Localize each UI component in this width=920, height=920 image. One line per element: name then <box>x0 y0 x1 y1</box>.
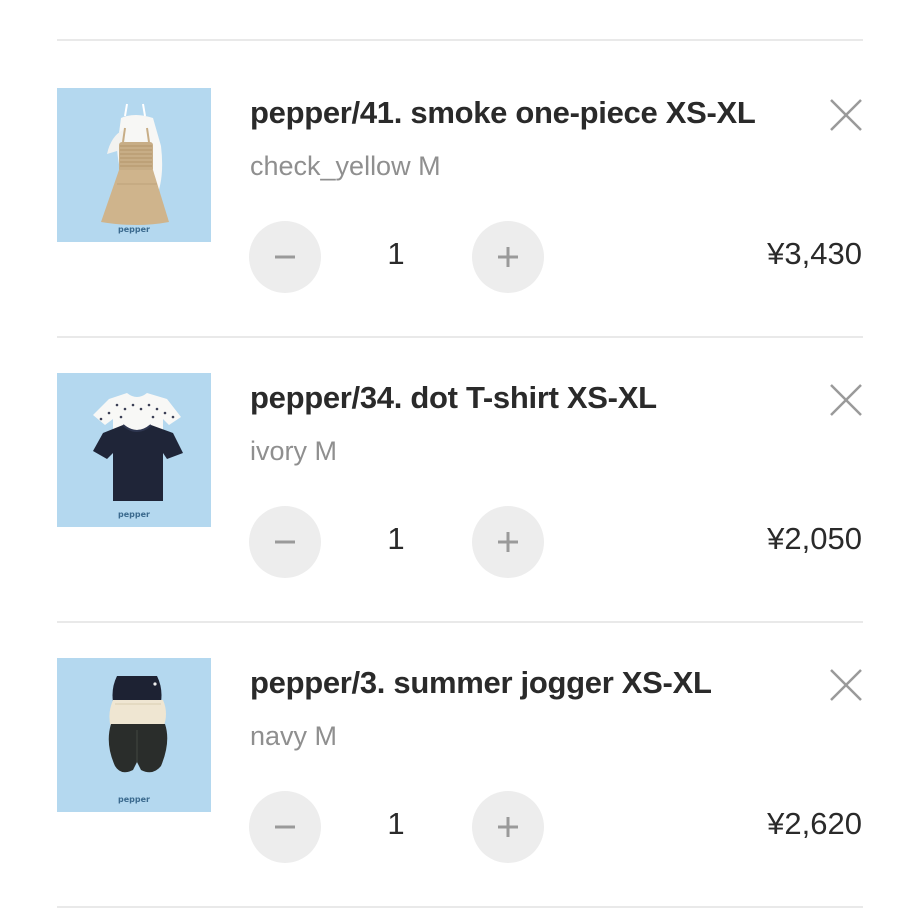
divider-bottom <box>57 906 863 908</box>
jogger-image <box>108 676 168 773</box>
item-price: ¥3,430 <box>767 236 862 271</box>
minus-icon <box>275 825 295 829</box>
close-icon <box>830 99 862 131</box>
close-icon <box>830 384 862 416</box>
minus-icon <box>275 255 295 259</box>
cart-item: pepper pepper/41. smoke one-piece XS-XL … <box>0 0 920 293</box>
remove-item-button[interactable] <box>828 382 864 418</box>
quantity-value: 1 <box>387 521 405 556</box>
remove-item-button[interactable] <box>828 667 864 703</box>
increment-quantity-button[interactable] <box>472 791 544 863</box>
plus-icon <box>498 247 518 267</box>
thumbnail-brand-label: pepper <box>118 795 150 804</box>
thumbnail-brand-label: pepper <box>118 225 150 234</box>
product-thumbnail[interactable]: pepper <box>57 658 211 812</box>
remove-item-button[interactable] <box>828 97 864 133</box>
dress-image <box>101 103 169 225</box>
product-variant: navy M <box>250 721 338 751</box>
close-icon <box>830 669 862 701</box>
quantity-value: 1 <box>387 806 405 841</box>
quantity-value: 1 <box>387 236 405 271</box>
cart-item: pepper pepper/3. summer jogger XS-XL nav… <box>0 570 920 863</box>
increment-quantity-button[interactable] <box>472 506 544 578</box>
decrement-quantity-button[interactable] <box>249 221 321 293</box>
product-title[interactable]: pepper/34. dot T-shirt XS-XL <box>250 380 657 416</box>
increment-quantity-button[interactable] <box>472 221 544 293</box>
product-title[interactable]: pepper/41. smoke one-piece XS-XL <box>250 95 756 131</box>
plus-icon <box>498 817 518 837</box>
product-thumbnail[interactable]: pepper <box>57 373 211 527</box>
decrement-quantity-button[interactable] <box>249 791 321 863</box>
item-price: ¥2,620 <box>767 806 862 841</box>
thumbnail-brand-label: pepper <box>118 510 150 519</box>
product-thumbnail[interactable]: pepper <box>57 88 211 242</box>
product-title[interactable]: pepper/3. summer jogger XS-XL <box>250 665 712 701</box>
tshirt-image <box>93 393 183 501</box>
decrement-quantity-button[interactable] <box>249 506 321 578</box>
minus-icon <box>275 540 295 544</box>
plus-icon <box>498 532 518 552</box>
product-variant: check_yellow M <box>250 151 441 181</box>
product-variant: ivory M <box>250 436 337 466</box>
cart-item: pepper pepper/34. dot T-shirt XS-XL ivor… <box>0 285 920 578</box>
item-price: ¥2,050 <box>767 521 862 556</box>
